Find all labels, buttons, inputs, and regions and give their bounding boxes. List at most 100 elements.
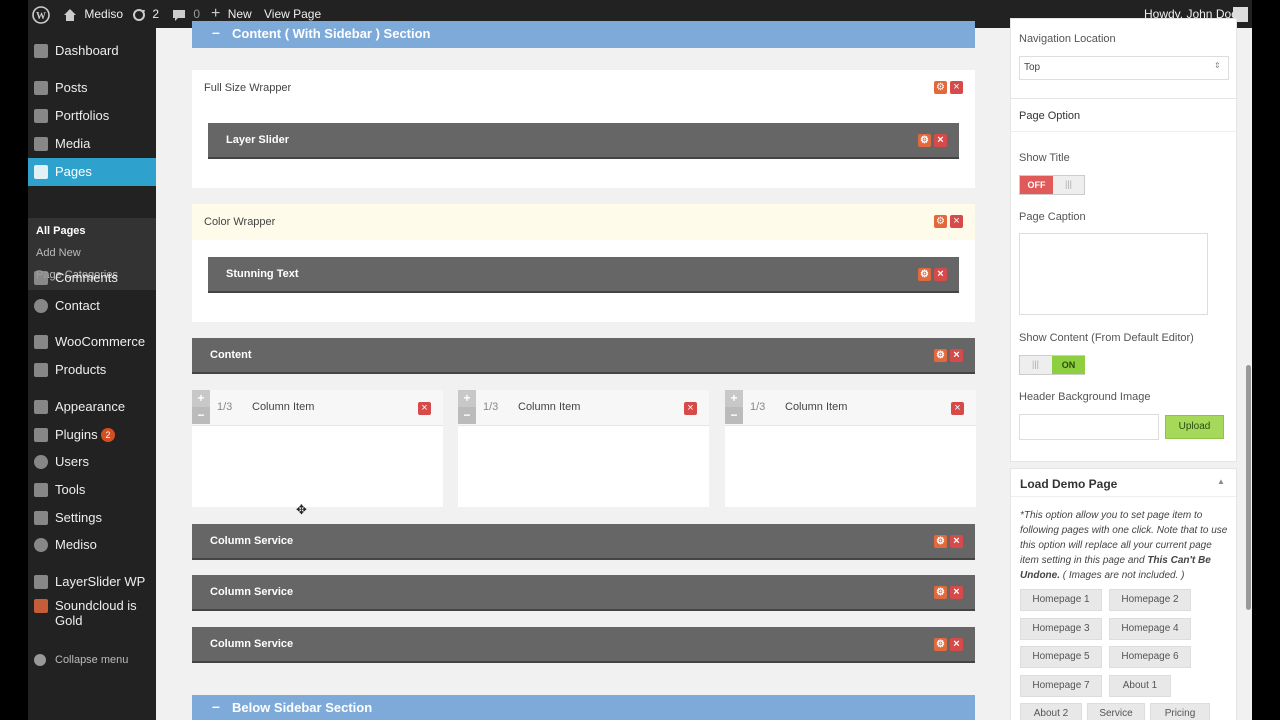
menu-item-portfolios[interactable]: Portfolios [28, 102, 156, 130]
collapse-arrow-icon[interactable]: ▲ [1217, 477, 1225, 486]
close-icon[interactable]: × [950, 586, 963, 599]
close-icon[interactable]: × [950, 535, 963, 548]
gear-icon[interactable]: ⚙ [934, 638, 947, 651]
page-option-title: Page Option [1019, 110, 1081, 122]
column-header[interactable]: + − 1/3 Column Item × [458, 390, 709, 426]
menu-item-label: Users [55, 454, 89, 469]
decrease-size-icon[interactable]: − [725, 407, 743, 424]
stunning-text-item[interactable]: Stunning Text ⚙ × [208, 257, 959, 291]
demo-button[interactable]: Homepage 2 [1109, 589, 1191, 611]
menu-item-pages[interactable]: Pages [28, 158, 164, 186]
menu-item-mediso[interactable]: Mediso [28, 531, 156, 559]
decrease-size-icon[interactable]: − [192, 407, 210, 424]
menu-item-contact[interactable]: Contact [28, 292, 156, 320]
menu-item-users[interactable]: Users [28, 448, 156, 476]
demo-button[interactable]: Pricing [1150, 703, 1210, 720]
page-scrollbar[interactable] [1246, 365, 1251, 610]
updates-link[interactable]: 2 [132, 0, 159, 28]
page-builder-area: – Content ( With Sidebar ) Section Full … [156, 18, 1252, 720]
menu-item-label: WooCommerce [55, 334, 146, 349]
gear-icon[interactable]: ⚙ [934, 349, 947, 362]
submenu-all-pages[interactable]: All Pages [36, 225, 86, 237]
show-content-toggle[interactable]: ||| ON [1019, 355, 1085, 375]
column-service-item[interactable]: Column Service ⚙ × [192, 575, 975, 609]
demo-button[interactable]: Homepage 1 [1020, 589, 1102, 611]
wrapper-header[interactable]: Full Size Wrapper ⚙ × [192, 70, 975, 106]
close-icon[interactable]: × [951, 402, 964, 415]
increase-size-icon[interactable]: + [192, 390, 210, 407]
content-item[interactable]: Content ⚙ × [192, 338, 975, 372]
menu-item-plugins[interactable]: Plugins 2 [28, 421, 156, 449]
collapse-menu[interactable]: Collapse menu [28, 646, 156, 674]
close-icon[interactable]: × [684, 402, 697, 415]
column-header[interactable]: + − 1/3 Column Item × [725, 390, 976, 426]
cart-icon [34, 363, 48, 377]
close-icon[interactable]: × [950, 215, 963, 228]
demo-button[interactable]: Homepage 4 [1109, 618, 1191, 640]
page-caption-label: Page Caption [1019, 211, 1086, 223]
menu-item-woocommerce[interactable]: WooCommerce [28, 328, 156, 356]
menu-item-settings[interactable]: Settings [28, 504, 156, 532]
demo-button[interactable]: Service [1087, 703, 1145, 720]
menu-item-tools[interactable]: Tools [28, 476, 156, 504]
menu-item-label: Portfolios [55, 108, 110, 123]
show-title-toggle[interactable]: OFF ||| [1019, 175, 1085, 195]
gear-icon[interactable]: ⚙ [934, 81, 947, 94]
menu-item-label: Posts [55, 80, 88, 95]
pin-icon [34, 109, 48, 123]
menu-item-label: Comments [55, 270, 118, 285]
gear-icon[interactable]: ⚙ [918, 268, 931, 281]
column-title: Column Item [518, 401, 581, 413]
close-icon[interactable]: × [950, 349, 963, 362]
wrapper-header[interactable]: Color Wrapper ⚙ × [192, 204, 975, 240]
content-with-sidebar-section-header[interactable]: – Content ( With Sidebar ) Section [192, 21, 975, 48]
menu-item-label: Media [55, 136, 91, 151]
close-icon[interactable]: × [418, 402, 431, 415]
menu-item-label: Soundcloud is Gold [55, 598, 137, 628]
gear-icon[interactable]: ⚙ [918, 134, 931, 147]
menu-item-label: LayerSlider WP [55, 574, 146, 589]
site-home-link[interactable]: Mediso [63, 0, 123, 28]
menu-item-comments[interactable]: Comments [28, 264, 156, 292]
layer-slider-item[interactable]: Layer Slider ⚙ × [208, 123, 959, 157]
submenu-add-new[interactable]: Add New [36, 247, 81, 259]
demo-button[interactable]: Homepage 3 [1020, 618, 1102, 640]
column-service-item[interactable]: Column Service ⚙ × [192, 524, 975, 558]
collapse-minus-icon[interactable]: – [212, 24, 220, 40]
below-sidebar-section-header[interactable]: – Below Sidebar Section [192, 695, 975, 720]
demo-button[interactable]: Homepage 7 [1020, 675, 1102, 697]
menu-item-layerslider-wp[interactable]: LayerSlider WP [28, 568, 156, 596]
svg-text:W: W [36, 11, 46, 22]
gear-icon[interactable]: ⚙ [934, 535, 947, 548]
close-icon[interactable]: × [950, 638, 963, 651]
increase-size-icon[interactable]: + [458, 390, 476, 407]
menu-item-posts[interactable]: Posts [28, 74, 156, 102]
menu-item-dashboard[interactable]: Dashboard [28, 37, 156, 65]
collapse-minus-icon[interactable]: – [212, 698, 220, 714]
menu-item-label: Products [55, 362, 107, 377]
demo-button[interactable]: Homepage 6 [1109, 646, 1191, 668]
menu-item-soundcloud-is-gold[interactable]: Soundcloud is Gold [28, 596, 156, 630]
close-icon[interactable]: × [934, 134, 947, 147]
menu-item-appearance[interactable]: Appearance [28, 393, 156, 421]
wordpress-logo-icon[interactable]: W [32, 0, 50, 28]
navigation-location-select[interactable]: Top ⇕ [1019, 56, 1229, 80]
menu-item-products[interactable]: Products [28, 356, 156, 384]
demo-button[interactable]: About 1 [1109, 675, 1171, 697]
demo-button[interactable]: About 2 [1020, 703, 1082, 720]
upload-button[interactable]: Upload [1165, 415, 1224, 439]
gear-icon[interactable]: ⚙ [934, 586, 947, 599]
pin-icon [34, 81, 48, 95]
close-icon[interactable]: × [934, 268, 947, 281]
close-icon[interactable]: × [950, 81, 963, 94]
column-service-item[interactable]: Column Service ⚙ × [192, 627, 975, 661]
demo-button[interactable]: Homepage 5 [1020, 646, 1102, 668]
menu-item-media[interactable]: Media [28, 130, 156, 158]
header-bg-input[interactable] [1019, 414, 1159, 440]
decrease-size-icon[interactable]: − [458, 407, 476, 424]
load-demo-header[interactable]: Load Demo Page ▲ [1011, 469, 1236, 497]
increase-size-icon[interactable]: + [725, 390, 743, 407]
page-caption-textarea[interactable] [1019, 233, 1208, 315]
column-header[interactable]: + − 1/3 Column Item × [192, 390, 443, 426]
gear-icon[interactable]: ⚙ [934, 215, 947, 228]
